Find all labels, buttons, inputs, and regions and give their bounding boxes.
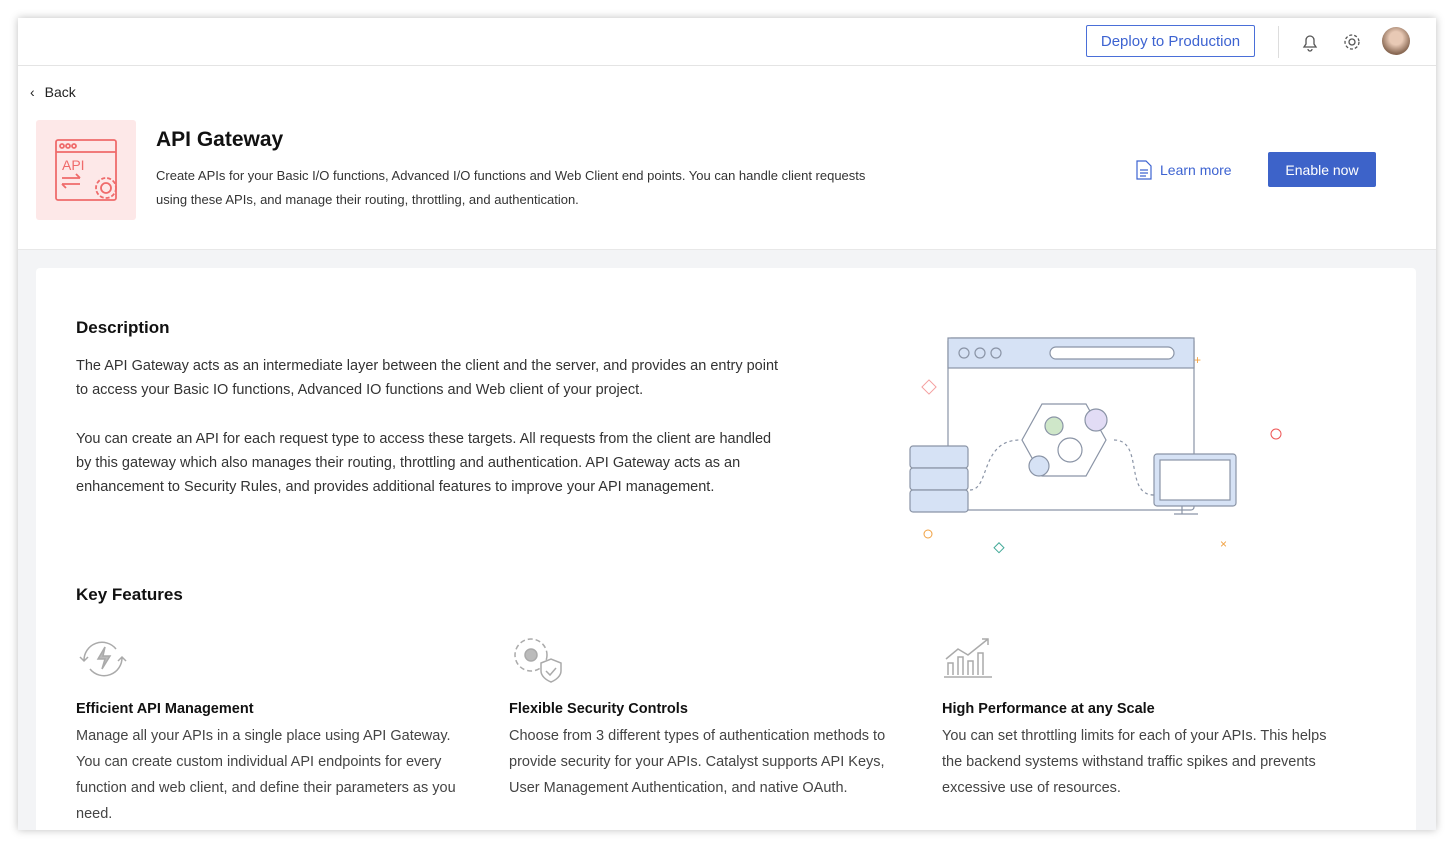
learn-more-label: Learn more (1160, 162, 1232, 178)
svg-text:+: + (1194, 353, 1201, 367)
feature-item: Efficient API Management Manage all your… (76, 630, 476, 827)
feature-text: Manage all your APIs in a single place u… (76, 728, 456, 822)
feature-item: High Performance at any Scale You can se… (942, 630, 1342, 801)
gear-icon[interactable] (1341, 31, 1363, 53)
page-title: API Gateway (156, 128, 284, 151)
logo-text: API (62, 157, 85, 173)
divider (1278, 26, 1279, 58)
api-gateway-illustration: + × (909, 337, 1282, 554)
bell-icon[interactable] (1299, 31, 1321, 53)
feature-title: Flexible Security Controls (509, 701, 688, 717)
feature-text: You can set throttling limits for each o… (942, 728, 1327, 796)
growth-chart-icon (944, 638, 992, 678)
feature-title: Efficient API Management (76, 701, 254, 717)
chevron-left-icon: ‹ (30, 84, 35, 100)
enable-now-button[interactable]: Enable now (1268, 152, 1376, 187)
hero-section: ‹ Back API API Gateway Create APIs for yo… (18, 66, 1436, 250)
gear-shield-icon (514, 638, 562, 683)
description-heading: Description (76, 318, 170, 337)
feature-title: High Performance at any Scale (942, 701, 1155, 717)
description-paragraph: You can create an API for each request t… (76, 431, 772, 495)
back-link[interactable]: ‹ Back (30, 84, 76, 100)
deploy-to-production-button[interactable]: Deploy to Production (1086, 25, 1255, 57)
learn-more-link[interactable]: Learn more (1136, 160, 1232, 180)
back-label: Back (44, 84, 76, 100)
api-gateway-logo: API (36, 120, 136, 220)
top-bar: Deploy to Production (18, 18, 1436, 66)
description-paragraph: The API Gateway acts as an intermediate … (76, 358, 779, 398)
feature-item: Flexible Security Controls Choose from 3… (509, 630, 909, 801)
svg-text:×: × (1220, 537, 1227, 551)
avatar[interactable] (1382, 27, 1410, 55)
page-subtitle: Create APIs for your Basic I/O functions… (156, 168, 866, 207)
document-icon (1136, 160, 1152, 180)
refresh-lightning-icon (79, 641, 127, 677)
content-card: Description The API Gateway acts as an i… (36, 268, 1416, 830)
description-text: The API Gateway acts as an intermediate … (76, 354, 786, 524)
feature-text: Choose from 3 different types of authent… (509, 728, 886, 796)
app-window: Deploy to Production ‹ Back API API Gatew… (18, 18, 1436, 830)
key-features-heading: Key Features (76, 585, 183, 604)
